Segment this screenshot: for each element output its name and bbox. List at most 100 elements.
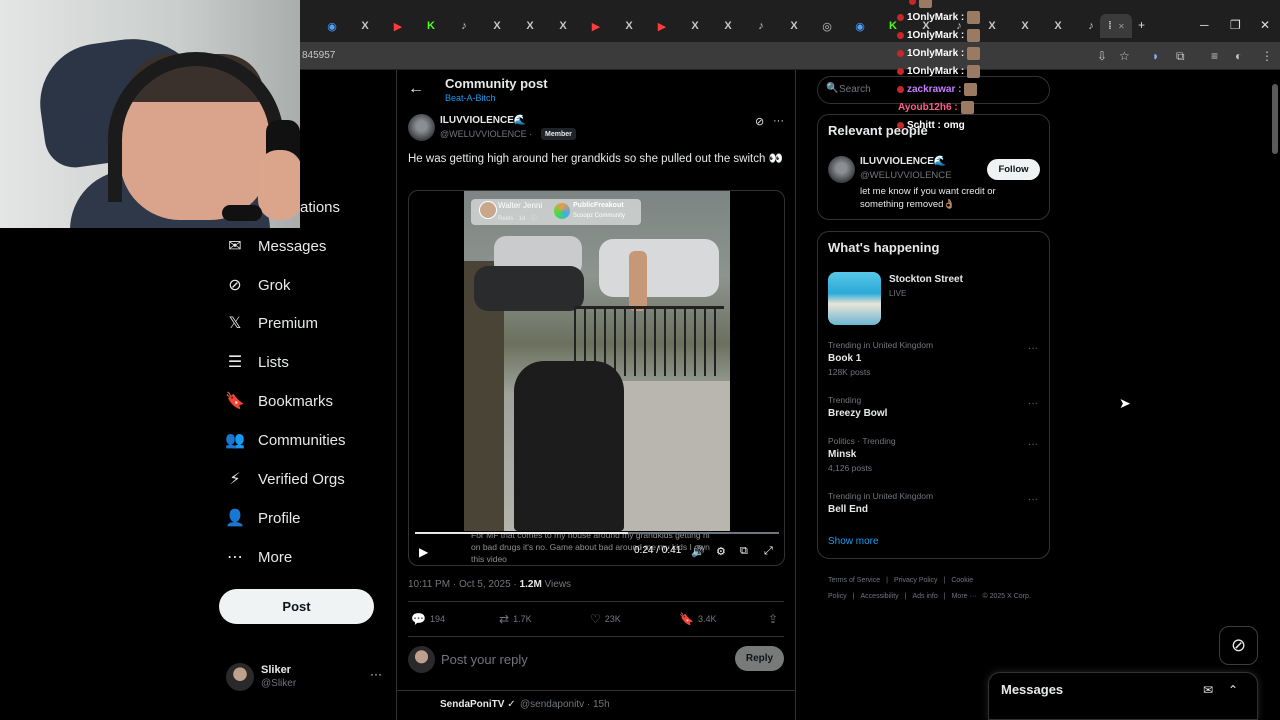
close-window-button[interactable]: ✕	[1260, 18, 1270, 32]
browser-tab[interactable]: K	[425, 18, 455, 34]
trend-item[interactable]: Trending Breezy Bowl	[828, 395, 1038, 419]
pip-icon[interactable]: ⧉	[740, 545, 748, 558]
play-icon[interactable]: ▶	[419, 545, 428, 559]
more-icon[interactable]: ···	[1028, 343, 1038, 354]
volume-icon[interactable]: 🔊	[691, 545, 705, 558]
footer-link[interactable]: Privacy Policy	[894, 577, 938, 584]
browser-tab[interactable]: X	[1019, 18, 1049, 34]
fullscreen-icon[interactable]: ⤢	[764, 545, 773, 558]
sidebar-item-more[interactable]: ⋯ More	[226, 545, 292, 569]
browser-tab[interactable]: ◉	[854, 18, 884, 34]
live-event-title[interactable]: Stockton Street	[889, 274, 963, 285]
bookmark-action[interactable]: 🔖 3.4K	[679, 612, 716, 626]
star-icon[interactable]: ☆	[1119, 49, 1130, 63]
nav-notifications[interactable]: ations	[300, 195, 340, 219]
chat-emote-icon	[967, 11, 981, 24]
browser-tab[interactable]: X	[788, 18, 818, 34]
back-arrow-icon[interactable]: ←	[408, 80, 424, 98]
reply-action[interactable]: 💬 194	[411, 612, 445, 626]
browser-tab[interactable]: ▶	[392, 18, 422, 34]
grok-icon[interactable]: ⊘	[755, 115, 764, 128]
sidebar-item-verified-orgs[interactable]: ⚡ Verified Orgs	[226, 467, 344, 491]
author-avatar[interactable]	[408, 114, 435, 141]
footer-link[interactable]: More ···	[952, 593, 977, 600]
sidebar-item-premium[interactable]: 𝕏 Premium	[226, 311, 318, 335]
sidebar-item-communities[interactable]: 👥 Communities	[225, 428, 345, 452]
footer-link[interactable]: Accessibility	[861, 593, 899, 600]
author-handle[interactable]: @WELUVVIOLENCE ·	[440, 129, 532, 139]
footer-link[interactable]: © 2025 X Corp.	[982, 593, 1030, 600]
sidebar-item-messages[interactable]: ✉ Messages	[226, 234, 326, 258]
browser-tab[interactable]: X	[722, 18, 752, 34]
more-icon[interactable]: ···	[773, 115, 784, 127]
sidebar-item-lists[interactable]: ☰ Lists	[226, 350, 289, 374]
sidebar-item-grok[interactable]: ⊘ Grok	[226, 273, 290, 297]
expand-icon[interactable]: ⌃	[1228, 683, 1238, 697]
browser-tab[interactable]: X	[1052, 18, 1082, 34]
new-tab-button[interactable]: +	[1138, 18, 1145, 32]
browser-tab[interactable]: X	[359, 18, 389, 34]
video-progress-bar[interactable]	[415, 532, 779, 534]
follow-button[interactable]: Follow	[987, 159, 1040, 180]
trend-item[interactable]: Trending in United Kingdom Book 1 128K pos…	[828, 340, 1038, 377]
browser-tab[interactable]: ◉	[326, 18, 356, 34]
browser-tab[interactable]: X	[689, 18, 719, 34]
sidebar-item-bookmarks[interactable]: 🔖 Bookmarks	[225, 389, 333, 413]
more-icon[interactable]: ···	[1028, 398, 1038, 409]
scrollbar[interactable]	[1272, 84, 1278, 154]
browser-tab[interactable]: ▶	[590, 18, 620, 34]
media-icon[interactable]: ≡	[1211, 49, 1218, 63]
reply-button[interactable]: Reply	[735, 646, 784, 671]
install-icon[interactable]: ⇩	[1097, 49, 1107, 63]
minimize-button[interactable]: ─	[1200, 18, 1209, 32]
browser-tab[interactable]: ♪	[755, 18, 785, 34]
browser-tab[interactable]: X	[491, 18, 521, 34]
repost-action[interactable]: ⇄ 1.7K	[499, 612, 532, 626]
browser-tab[interactable]: ▶	[656, 18, 686, 34]
footer-link[interactable]: Terms of Service	[828, 577, 880, 584]
trend-item[interactable]: Trending in United Kingdom Bell End	[828, 491, 1038, 515]
sidebar-item-profile[interactable]: 👤 Profile	[225, 506, 300, 530]
trend-item[interactable]: Politics · Trending Minsk 4,126 posts	[828, 436, 1038, 473]
author-name[interactable]: ILUVVIOLENCE🌊	[440, 115, 526, 126]
grok-button[interactable]: ⊘	[1219, 626, 1258, 665]
more-icon[interactable]: ···	[1028, 439, 1038, 450]
sidebar-item-label: Messages	[258, 237, 327, 255]
messages-drawer-title[interactable]: Messages	[1001, 682, 1063, 697]
tab-active[interactable]: ⁞ ✕	[1100, 14, 1132, 38]
browser-tab[interactable]: ♪	[458, 18, 488, 34]
puzzle-icon[interactable]: ⧉	[1176, 49, 1185, 64]
tab-close-icon[interactable]: ✕	[1118, 22, 1125, 31]
avatar[interactable]	[828, 156, 855, 183]
menu-icon[interactable]: ⋮	[1261, 49, 1273, 63]
browser-tab[interactable]: ◎	[821, 18, 851, 34]
like-action[interactable]: ♡ 23K	[590, 612, 621, 626]
more-icon[interactable]: ···	[1028, 494, 1038, 505]
relevant-person-name[interactable]: ILUVVIOLENCE🌊	[860, 156, 946, 167]
browser-tab[interactable]: X	[557, 18, 587, 34]
more-icon[interactable]: ···	[370, 667, 382, 681]
new-message-icon[interactable]: ✉	[1203, 683, 1213, 697]
profile-icon[interactable]: ◐	[1235, 49, 1242, 63]
url-text[interactable]: 845957	[302, 50, 335, 61]
reply-input[interactable]	[441, 650, 721, 668]
show-more-link[interactable]: Show more	[828, 536, 879, 547]
share-action[interactable]: ⇪	[768, 612, 778, 626]
browser-tab[interactable]: X	[986, 18, 1016, 34]
account-switcher[interactable]: Sliker @Sliker ···	[226, 661, 386, 693]
browser-tab[interactable]: X	[524, 18, 554, 34]
video-player[interactable]: Walter Jenni Reels · 1d · ⓘ PublicFreako…	[408, 190, 785, 566]
extension-icon[interactable]: ◗	[1152, 49, 1159, 63]
browser-tab[interactable]: X	[623, 18, 653, 34]
relevant-person-handle[interactable]: @WELUVVIOLENCE	[860, 170, 951, 181]
tab-favicon: ♪	[758, 20, 764, 32]
reply-author-name[interactable]: SendaPoniTV ✓	[440, 699, 516, 710]
community-link[interactable]: Beat-A-Bitch	[445, 93, 496, 103]
footer-link[interactable]: Ads info	[912, 593, 937, 600]
restore-button[interactable]: ❐	[1230, 18, 1241, 32]
tab-favicon: ▶	[591, 20, 601, 33]
reply-author-handle[interactable]: @sendaponitv · 15h	[520, 699, 610, 710]
post-button[interactable]: Post	[219, 589, 374, 624]
live-thumbnail[interactable]	[828, 272, 881, 325]
settings-icon[interactable]: ⚙	[716, 545, 726, 558]
